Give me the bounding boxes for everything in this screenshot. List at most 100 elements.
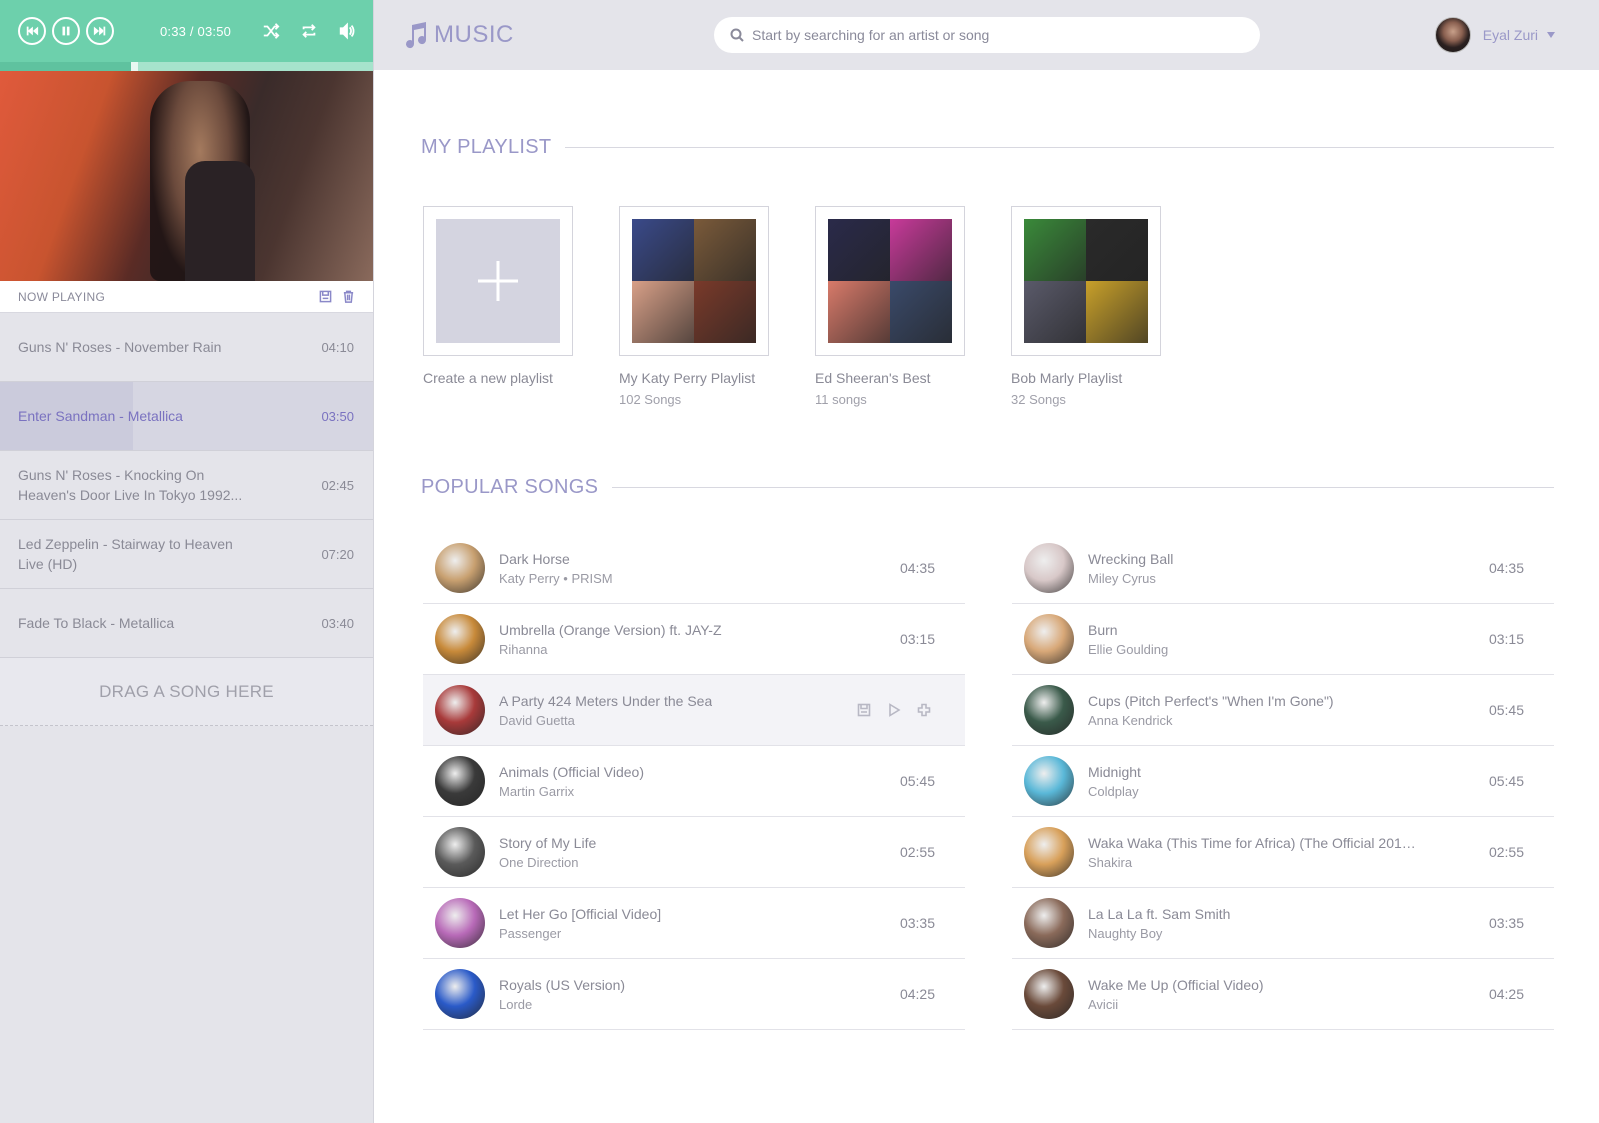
song-duration: 03:35 <box>1488 915 1524 931</box>
playlist-cover-image <box>1024 281 1086 343</box>
create-playlist-label: Create a new playlist <box>423 370 553 386</box>
search-icon <box>730 28 744 42</box>
avatar <box>1434 17 1471 53</box>
create-playlist-card[interactable]: Create a new playlist <box>423 206 573 407</box>
song-row[interactable]: Midnight Coldplay 05:45 <box>1012 746 1554 817</box>
next-button[interactable] <box>86 17 114 45</box>
song-thumbnail <box>435 614 485 664</box>
song-row[interactable]: Let Her Go [Official Video] Passenger 03:3… <box>423 888 965 959</box>
top-bar: MUSIC Eyal Zuri <box>374 0 1599 70</box>
queue-item[interactable]: Guns N' Roses - Knocking On Heaven's Doo… <box>0 451 373 520</box>
song-row[interactable]: Cups (Pitch Perfect's "When I'm Gone") An… <box>1012 675 1554 746</box>
trash-icon[interactable] <box>342 290 355 303</box>
queue-item[interactable]: Enter Sandman - Metallica 03:50 <box>0 382 373 451</box>
song-row[interactable]: Story of My Life One Direction 02:55 <box>423 817 965 888</box>
now-playing-queue: Guns N' Roses - November Rain 04:10 Enter … <box>0 313 373 658</box>
song-title: Animals (Official Video) <box>499 763 644 780</box>
play-icon[interactable] <box>887 703 901 717</box>
song-row[interactable]: A Party 424 Meters Under the Sea David Gu… <box>423 675 965 746</box>
queue-item-title: Led Zeppelin - Stairway to Heaven Live (… <box>18 536 233 572</box>
search-input[interactable] <box>752 27 1232 43</box>
popular-songs-list: Dark Horse Katy Perry • PRISM 04:35 Umbrell… <box>423 533 1554 1030</box>
video-player[interactable] <box>0 71 373 281</box>
playlist-cover-image <box>1086 219 1148 281</box>
song-thumbnail <box>435 969 485 1019</box>
volume-button[interactable] <box>337 21 357 41</box>
add-icon[interactable] <box>917 703 931 717</box>
queue-item[interactable]: Guns N' Roses - November Rain 04:10 <box>0 313 373 382</box>
popular-songs-section-header: POPULAR SONGS <box>421 476 1554 499</box>
save-icon[interactable] <box>857 703 871 717</box>
playlist-cover-image <box>632 219 694 281</box>
previous-button[interactable] <box>18 17 46 45</box>
divider <box>565 147 1554 148</box>
song-title: Royals (US Version) <box>499 976 626 993</box>
song-row[interactable]: Dark Horse Katy Perry • PRISM 04:35 <box>423 533 965 604</box>
user-name: Eyal Zuri <box>1482 27 1538 43</box>
song-title: Burn <box>1088 621 1118 638</box>
song-artist: Coldplay <box>1088 783 1139 799</box>
song-duration: 05:45 <box>1488 773 1524 789</box>
song-artist: Lorde <box>499 996 533 1012</box>
repeat-button[interactable] <box>299 21 319 41</box>
song-row[interactable]: Burn Ellie Goulding 03:15 <box>1012 604 1554 675</box>
divider <box>612 487 1554 488</box>
playlist-card[interactable]: My Katy Perry Playlist 102 Songs <box>619 206 769 407</box>
song-row[interactable]: La La La ft. Sam Smith Naughty Boy 03:35 <box>1012 888 1554 959</box>
logo[interactable]: MUSIC <box>404 21 514 49</box>
song-row[interactable]: Wake Me Up (Official Video) Avicii 04:25 <box>1012 959 1554 1030</box>
create-playlist-cover <box>423 206 573 356</box>
playlist-cover-image <box>890 219 952 281</box>
playlist-name: My Katy Perry Playlist <box>619 370 756 386</box>
save-icon[interactable] <box>319 290 332 303</box>
user-menu[interactable]: Eyal Zuri <box>1434 17 1555 53</box>
queue-item-duration: 03:40 <box>321 615 354 631</box>
shuffle-button[interactable] <box>261 21 281 41</box>
queue-item[interactable]: Led Zeppelin - Stairway to Heaven Live (… <box>0 520 373 589</box>
song-row[interactable]: Waka Waka (This Time for Africa) (The Of… <box>1012 817 1554 888</box>
song-title: Waka Waka (This Time for Africa) (The Of… <box>1088 834 1418 851</box>
songs-column-left: Dark Horse Katy Perry • PRISM 04:35 Umbrell… <box>423 533 965 1030</box>
playback-time: 0:33 / 03:50 <box>160 23 232 39</box>
song-thumbnail <box>1024 756 1074 806</box>
song-row[interactable]: Royals (US Version) Lorde 04:25 <box>423 959 965 1030</box>
playlist-list: Create a new playlist My Katy Perry Play… <box>423 206 1207 407</box>
my-playlist-title: MY PLAYLIST <box>421 136 552 158</box>
song-thumbnail <box>435 543 485 593</box>
queue-item-title: Enter Sandman - Metallica <box>18 408 183 424</box>
pause-button[interactable] <box>52 17 80 45</box>
my-playlist-section-header: MY PLAYLIST <box>421 136 1554 159</box>
song-thumbnail <box>435 756 485 806</box>
drop-zone[interactable]: DRAG A SONG HERE <box>0 658 373 726</box>
video-frame-figure-body <box>185 161 255 281</box>
pause-icon <box>62 26 70 36</box>
playlist-cover-image <box>1086 281 1148 343</box>
playback-progress-bar[interactable] <box>0 62 373 71</box>
music-note-icon <box>406 22 427 49</box>
playlist-cover-image <box>890 281 952 343</box>
song-thumbnail <box>435 685 485 735</box>
song-artist: David Guetta <box>499 712 575 728</box>
song-artist: Naughty Boy <box>1088 925 1163 941</box>
playlist-card[interactable]: Bob Marly Playlist 32 Songs <box>1011 206 1161 407</box>
repeat-icon <box>302 24 316 38</box>
playlist-cover <box>1011 206 1161 356</box>
song-thumbnail <box>435 898 485 948</box>
queue-item[interactable]: Fade To Black - Metallica 03:40 <box>0 589 373 658</box>
progress-knob[interactable] <box>130 62 138 71</box>
queue-item-title: Fade To Black - Metallica <box>18 615 175 631</box>
song-row[interactable]: Wrecking Ball Miley Cyrus 04:35 <box>1012 533 1554 604</box>
song-duration: 03:35 <box>899 915 935 931</box>
previous-icon <box>26 26 39 36</box>
queue-item-duration: 03:50 <box>321 408 354 424</box>
song-artist: Shakira <box>1088 854 1133 870</box>
song-row[interactable]: Umbrella (Orange Version) ft. JAY-Z Rihan… <box>423 604 965 675</box>
song-artist: Miley Cyrus <box>1088 570 1156 586</box>
song-title: A Party 424 Meters Under the Sea <box>499 692 713 709</box>
now-playing-header: NOW PLAYING <box>0 281 373 313</box>
song-artist: Passenger <box>499 925 562 941</box>
song-row[interactable]: Animals (Official Video) Martin Garrix 05:… <box>423 746 965 817</box>
song-artist: Katy Perry • PRISM <box>499 570 613 586</box>
song-thumbnail <box>1024 614 1074 664</box>
playlist-card[interactable]: Ed Sheeran's Best 11 songs <box>815 206 965 407</box>
